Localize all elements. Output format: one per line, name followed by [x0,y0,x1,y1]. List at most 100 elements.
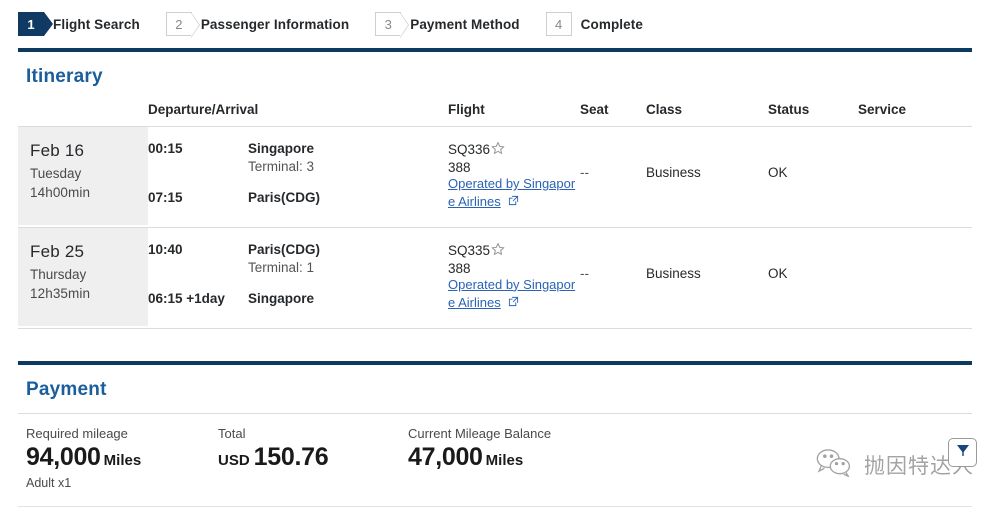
star-alliance-icon [491,242,505,259]
departure-time: 10:40 [148,241,183,257]
flight-number-row: SQ335 [448,242,580,259]
flight-number: SQ335 [448,242,491,258]
class-value: Business [646,165,701,180]
step-payment-method[interactable]: 3 Payment Method [375,12,520,38]
step-3-badge: 3 [375,12,410,38]
header-flight: Flight [448,100,580,127]
aircraft-equipment: 388 [448,160,471,175]
flight-number-row: SQ336 [448,141,580,158]
required-mileage-value: 94,000 [26,442,101,471]
required-mileage-value-row: 94,000 Miles [26,442,218,472]
passenger-count: Adult x1 [26,476,72,491]
required-mileage-label: Required mileage [26,425,128,441]
payment-summary: Required mileage 94,000 Miles Adult x1 To… [18,412,972,491]
departure-segment: 10:40 Paris(CDG) Terminal: 1 [148,242,448,275]
step-4-badge: 4 [545,12,572,36]
star-alliance-icon [491,141,505,158]
required-mileage-block: Required mileage 94,000 Miles Adult x1 [26,426,218,491]
flight-date: Feb 25 [30,241,85,261]
status-value: OK [768,165,788,180]
flight-date: Feb 16 [30,141,85,160]
total-currency: USD [218,451,250,469]
cell-class: Business [646,227,768,329]
cell-departure-arrival: 10:40 Paris(CDG) Terminal: 1 06:15 +1day… [148,227,448,329]
flight-duration: 12h35min [30,286,91,302]
status-value: OK [768,265,788,281]
departure-segment: 00:15 Singapore Terminal: 3 [148,141,448,174]
bottom-divider [18,506,972,507]
step-1-label: Flight Search [53,16,140,32]
cell-date: Feb 16 Tuesday 14h00min [18,126,148,228]
cell-class: Business [646,126,768,228]
cell-status: OK [768,227,858,329]
header-service: Service [858,100,972,127]
flight-number: SQ336 [448,142,491,157]
cell-seat: -- [580,126,646,228]
step-complete[interactable]: 4 Complete [545,12,643,36]
external-link-icon[interactable] [504,194,519,209]
header-seat: Seat [580,100,646,127]
external-link-icon[interactable] [504,295,519,310]
departure-terminal: Terminal: 1 [248,259,315,275]
mileage-balance-value-row: 47,000 Miles [408,442,708,472]
table-row: Feb 16 Tuesday 14h00min 00:15 Singapore … [18,126,972,228]
mileage-balance-unit: Miles [485,451,524,469]
header-date [18,100,148,127]
mileage-balance-value: 47,000 [408,442,483,471]
header-departure-arrival: Departure/Arrival [148,100,448,127]
cell-seat: -- [580,227,646,329]
seat-value: -- [580,165,589,180]
cell-status: OK [768,126,858,228]
cell-flight: SQ335 388 Operated by Singapore Airlines [448,227,580,329]
table-row: Feb 25 Thursday 12h35min 10:40 Paris(CDG… [18,227,972,329]
cell-service [858,227,972,329]
departure-airport: Singapore [248,141,315,156]
total-value: 150.76 [253,442,329,471]
step-1-badge: 1 [18,12,53,36]
step-flight-search[interactable]: 1 Flight Search [18,12,140,36]
header-class: Class [646,100,768,127]
cell-service [858,126,972,228]
service-value [858,127,972,165]
arrival-segment: 07:15 Paris(CDG) [148,190,448,205]
itinerary-title: Itinerary [26,66,103,87]
total-label: Total [218,425,246,441]
total-value-row: USD 150.76 [218,442,408,472]
flight-duration: 14h00min [30,185,91,201]
flight-weekday: Tuesday [30,166,82,181]
departure-airport: Paris(CDG) [248,241,321,257]
mileage-balance-label: Current Mileage Balance [408,425,552,441]
itinerary-section: Itinerary Departure/Arrival Flight Seat … [18,48,972,329]
itinerary-header-row: Departure/Arrival Flight Seat Class Stat… [18,100,972,127]
step-passenger-information[interactable]: 2 Passenger Information [165,12,350,38]
step-2-badge: 2 [165,12,200,38]
flight-weekday: Thursday [30,266,87,282]
cursor-indicator-box[interactable] [948,438,977,467]
arrival-airport: Paris(CDG) [248,190,321,205]
seat-value: -- [580,265,589,281]
header-status: Status [768,100,858,127]
payment-section: Payment Required mileage 94,000 Miles Adu… [18,360,972,491]
required-mileage-unit: Miles [103,451,142,469]
cursor-triangle-icon [955,443,971,462]
payment-title: Payment [26,378,107,400]
arrival-airport: Singapore [248,290,315,306]
arrival-segment: 06:15 +1day Singapore [148,291,448,306]
mileage-balance-block: Current Mileage Balance 47,000 Miles [408,426,708,472]
total-block: Total USD 150.76 [218,426,408,472]
departure-terminal: Terminal: 3 [248,159,315,174]
cell-flight: SQ336 388 Operated by Singapore Airlines [448,126,580,228]
itinerary-table: Departure/Arrival Flight Seat Class Stat… [18,100,972,329]
aircraft-equipment: 388 [448,260,471,276]
step-4-label: Complete [580,16,643,32]
arrival-time: 07:15 [148,190,183,205]
arrival-time: 06:15 +1day [148,290,225,306]
departure-time: 00:15 [148,141,183,156]
cell-departure-arrival: 00:15 Singapore Terminal: 3 07:15 Paris(… [148,126,448,228]
cell-date: Feb 25 Thursday 12h35min [18,227,148,329]
progress-step-bar: 1 Flight Search 2 Passenger Information … [0,0,990,48]
service-value [858,228,972,266]
step-3-label: Payment Method [410,16,520,32]
class-value: Business [646,265,701,281]
step-2-label: Passenger Information [200,16,350,32]
